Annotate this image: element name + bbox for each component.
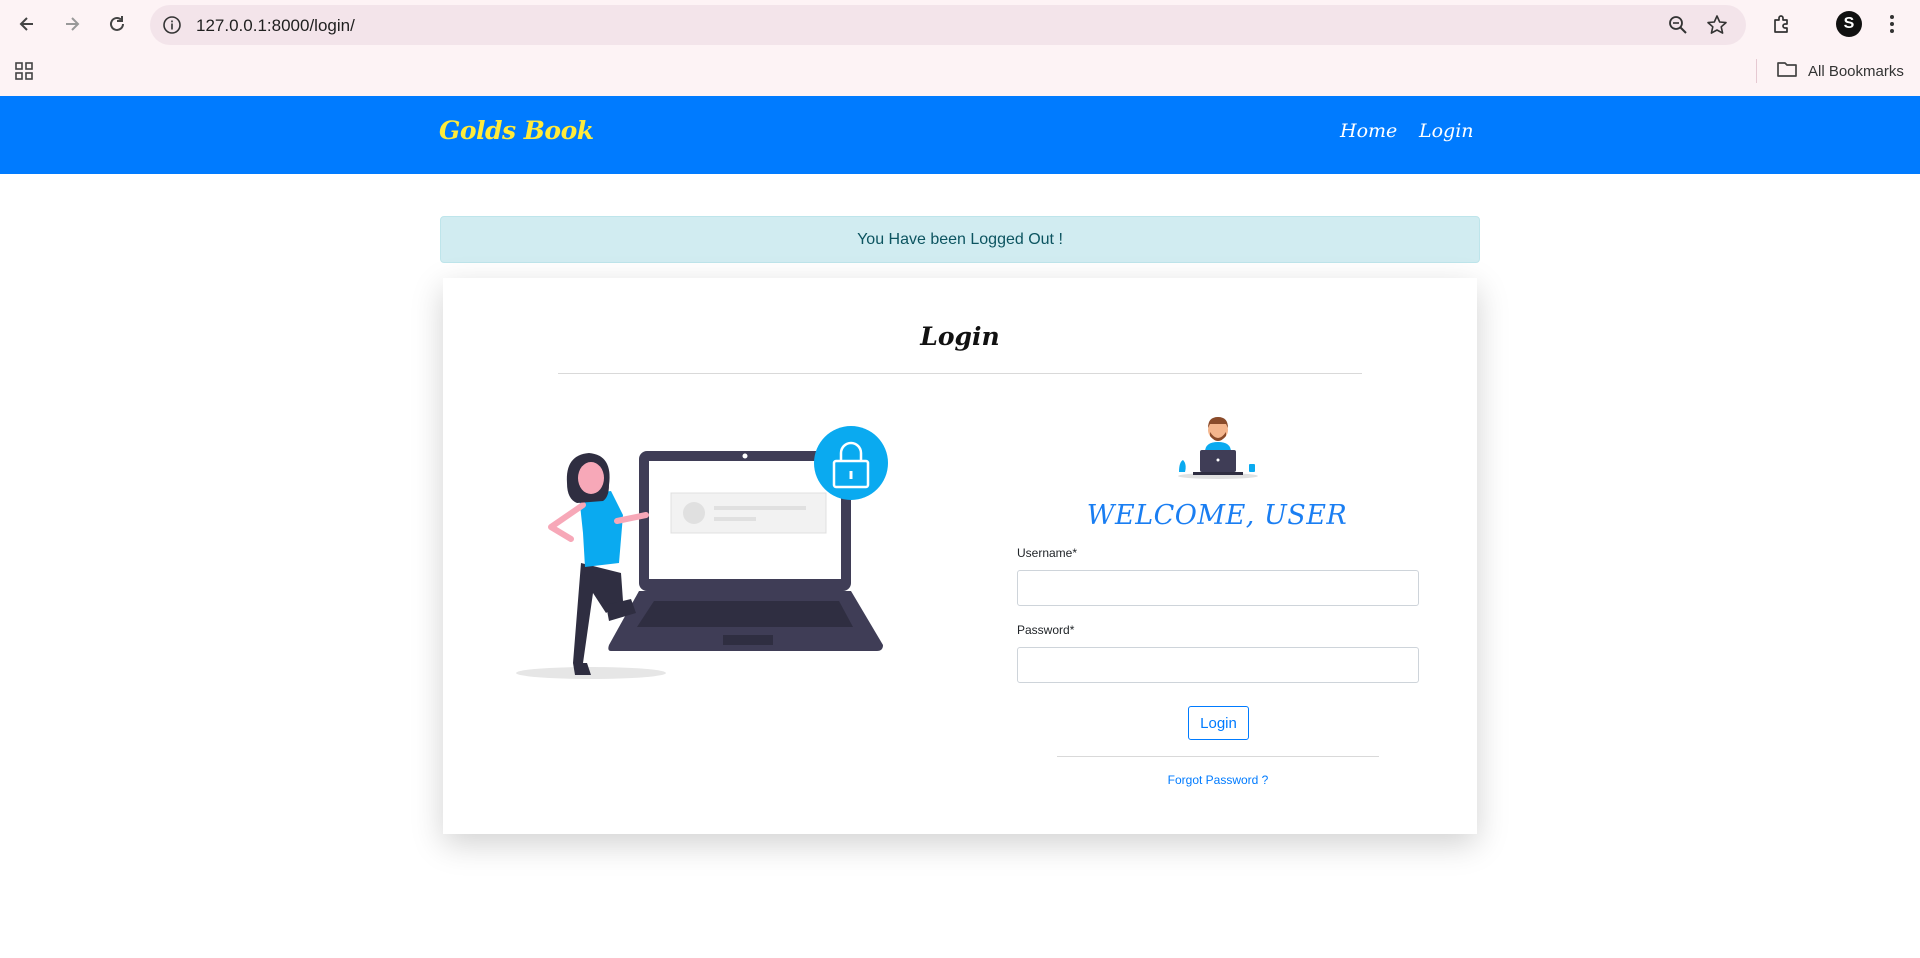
bookmarks-separator [1756,59,1757,83]
menu-icon[interactable] [1888,12,1896,36]
forward-icon[interactable] [58,10,86,38]
url-text[interactable]: 127.0.0.1:8000/login/ [196,16,355,36]
reload-icon[interactable] [103,10,131,38]
apps-icon[interactable] [14,61,34,81]
brand-logo[interactable]: Golds Book [439,116,594,145]
title-divider [558,373,1362,374]
login-illustration [516,426,888,679]
browser-toolbar: 127.0.0.1:8000/login/ S [0,0,1920,47]
username-label: Username* [1017,546,1078,560]
username-input[interactable] [1017,570,1419,606]
form-divider [1057,756,1379,757]
logout-alert: You Have been Logged Out ! [440,216,1480,263]
all-bookmarks-button[interactable]: All Bookmarks [1776,60,1904,82]
login-card: Login WELCOME, USER Username* Password* … [443,278,1477,834]
site-navbar: Golds Book Home Login [0,96,1920,174]
all-bookmarks-label: All Bookmarks [1808,62,1904,80]
extensions-icon[interactable] [1770,12,1794,36]
forgot-password-link[interactable]: Forgot Password ? [1017,773,1419,787]
password-label: Password* [1017,623,1075,637]
nav-link-home[interactable]: Home [1340,120,1397,142]
folder-icon [1776,60,1798,82]
nav-link-login[interactable]: Login [1419,120,1474,142]
user-avatar-illustration [1178,417,1258,479]
back-icon[interactable] [13,10,41,38]
info-icon[interactable] [162,15,182,35]
login-button[interactable]: Login [1188,706,1249,740]
address-bar[interactable]: 127.0.0.1:8000/login/ [150,5,1746,45]
welcome-heading: WELCOME, USER [1086,500,1348,531]
password-input[interactable] [1017,647,1419,683]
profile-avatar[interactable]: S [1836,11,1862,37]
zoom-icon[interactable] [1668,15,1688,35]
alert-message: You Have been Logged Out ! [857,230,1063,248]
star-icon[interactable] [1706,14,1728,36]
bookmarks-bar: All Bookmarks [0,47,1920,96]
card-title: Login [920,322,1000,351]
